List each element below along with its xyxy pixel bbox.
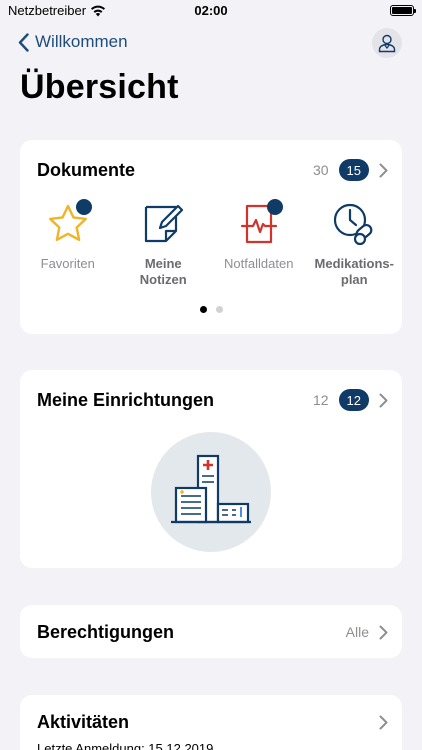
emergency-data-label: Notfalldaten [224, 256, 294, 271]
chevron-right-icon[interactable] [379, 163, 388, 178]
chevron-right-icon[interactable] [379, 625, 388, 640]
documents-new-badge: 15 [338, 159, 369, 181]
battery-icon [390, 5, 416, 16]
chevron-right-icon[interactable] [379, 393, 388, 408]
unread-dot [266, 199, 283, 215]
documents-card: Dokumente 30 15 Favoriten Meine Notizen … [20, 140, 402, 334]
back-label: Willkommen [35, 32, 128, 51]
facilities-card: Meine Einrichtungen 12 12 [20, 370, 402, 568]
profile-button[interactable] [372, 28, 402, 58]
my-notes-label: Meine Notizen [139, 256, 187, 287]
chevron-left-icon [18, 32, 29, 52]
medication-plan-tile[interactable]: Medikations- plan [307, 200, 403, 288]
unread-dot [75, 199, 92, 215]
page-dot [215, 306, 223, 313]
note-icon [139, 200, 187, 248]
activities-title: Aktivitäten [37, 711, 130, 732]
page-indicator[interactable] [20, 306, 402, 313]
hospital-icon [171, 454, 251, 524]
emergency-data-icon [235, 199, 283, 248]
permissions-filter: Alle [345, 624, 369, 640]
hospital-illustration [151, 432, 271, 552]
facilities-count: 12 [312, 392, 329, 408]
last-login-text: Letzte Anmeldung: 15.12.2019 [37, 741, 214, 750]
documents-count: 30 [312, 162, 329, 178]
facilities-header[interactable]: Meine Einrichtungen 12 12 [37, 388, 388, 412]
favorites-label: Favoriten [40, 256, 95, 271]
status-bar: Netzbetreiber 02:00 [0, 0, 422, 22]
star-icon [44, 199, 92, 248]
permissions-card[interactable]: Berechtigungen Alle [20, 605, 402, 658]
page-dot-active [199, 306, 207, 313]
emergency-data-tile[interactable]: Notfalldaten [211, 199, 307, 288]
favorites-tile[interactable]: Favoriten [20, 199, 116, 288]
activities-header: Aktivitäten [37, 710, 388, 734]
documents-header[interactable]: Dokumente 30 15 [37, 158, 388, 182]
medication-plan-label: Medikations- plan [314, 256, 394, 287]
medication-plan-icon [330, 200, 378, 248]
back-button[interactable]: Willkommen [18, 32, 128, 52]
activities-card[interactable]: Aktivitäten Letzte Anmeldung: 15.12.2019 [20, 695, 402, 750]
permissions-title: Berechtigungen [37, 621, 175, 642]
permissions-header: Berechtigungen Alle [37, 620, 388, 644]
documents-title: Dokumente [37, 159, 136, 180]
facilities-title: Meine Einrichtungen [37, 389, 215, 410]
chevron-right-icon[interactable] [379, 715, 388, 730]
user-icon [378, 34, 396, 53]
documents-quick-access: Favoriten Meine Notizen Notfalldaten Med… [20, 199, 403, 288]
status-time: 02:00 [194, 3, 228, 18]
page-title: Übersicht [20, 68, 179, 106]
facilities-new-badge: 12 [338, 389, 369, 411]
my-notes-tile[interactable]: Meine Notizen [116, 200, 212, 288]
